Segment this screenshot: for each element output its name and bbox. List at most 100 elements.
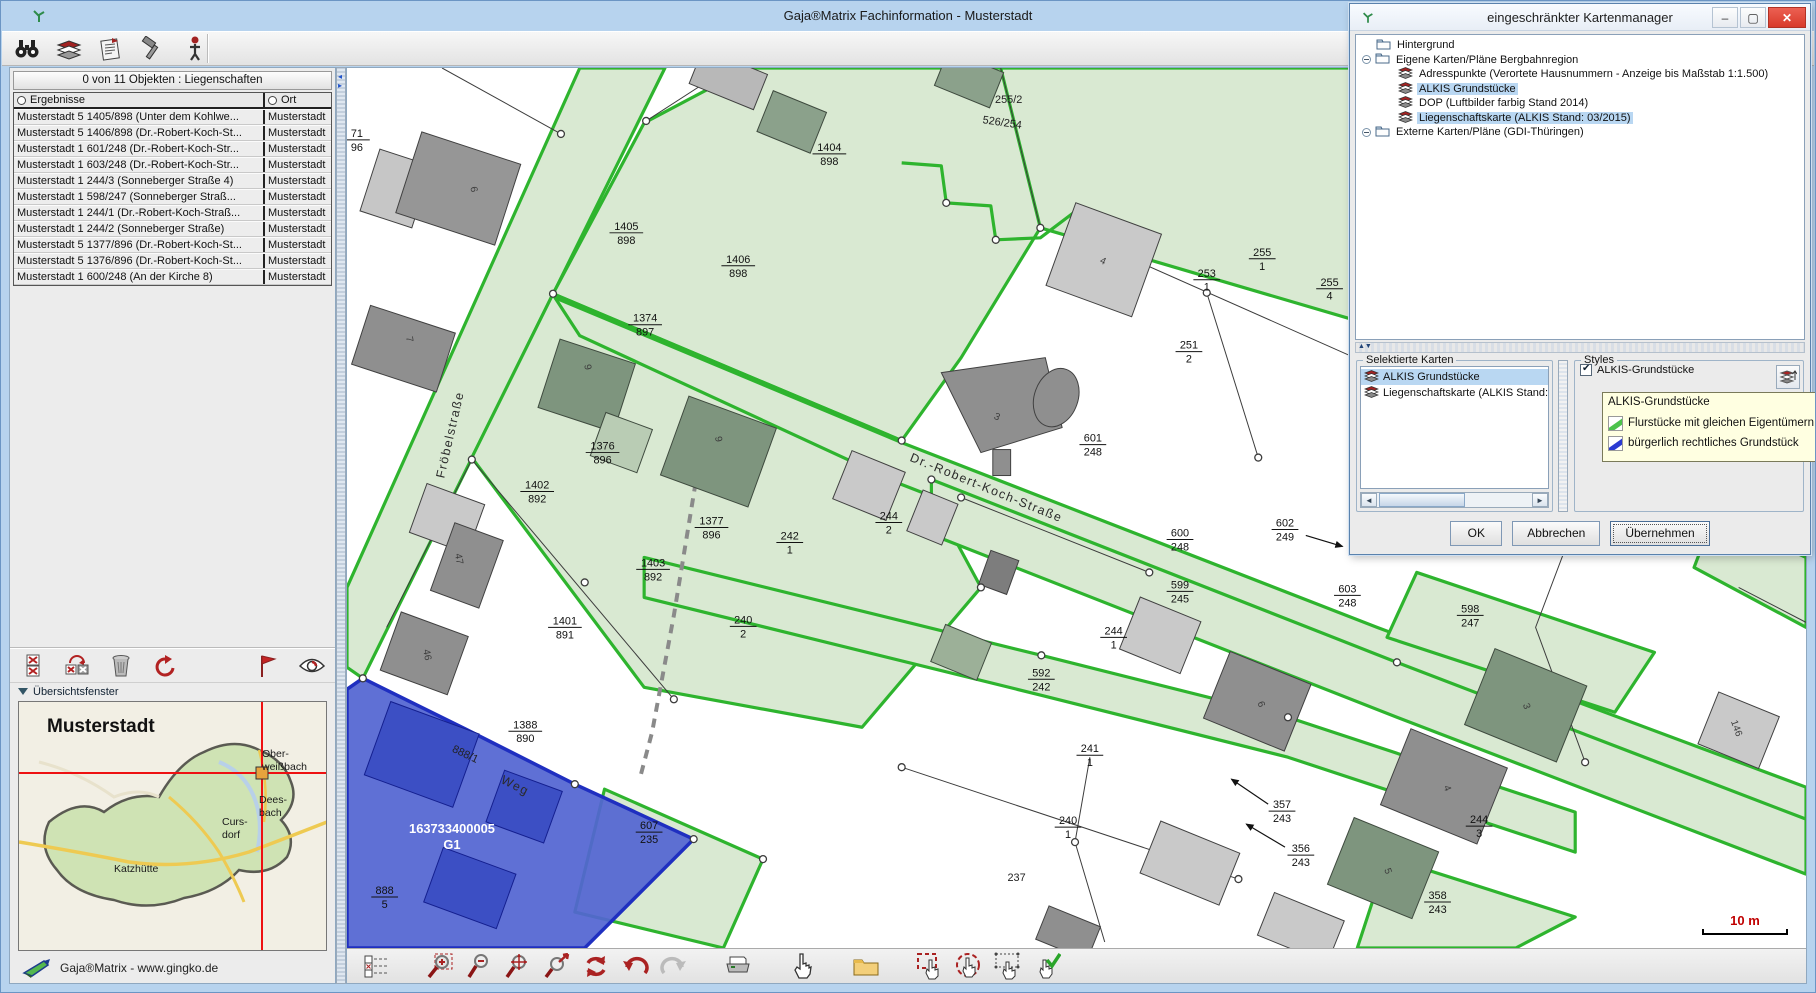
tree-item[interactable]: Liegenschaftskarte (ALKIS Stand: 03/2015… [1360,111,1804,126]
overview-map-canvas[interactable]: Musterstadt Ober-weißbachDees-bachCurs-d… [19,702,327,950]
tree-item[interactable]: ALKIS Grundstücke [1360,82,1804,97]
tree-expand-icon[interactable] [1362,55,1371,64]
result-row[interactable]: Musterstadt 5 1406/898 (Dr.-Robert-Koch-… [14,125,331,141]
layers-icon[interactable] [54,35,84,63]
column-header-ort[interactable]: Ort [265,93,331,107]
result-cell[interactable]: Musterstadt 1 598/247 (Sonneberger Straß… [14,190,265,204]
selected-map-row[interactable]: ALKIS Grundstücke [1361,369,1548,385]
result-cell[interactable]: Musterstadt 5 1405/898 (Unter dem Kohlwe… [14,110,265,124]
report-clipboard-icon[interactable] [96,35,126,63]
tree-item-label[interactable]: Liegenschaftskarte (ALKIS Stand: 03/2015… [1417,112,1633,124]
tree-item-label[interactable]: Externe Karten/Pläne (GDI-Thüringen) [1394,126,1586,138]
style-checkbox[interactable] [1580,364,1592,376]
zoom-select-icon[interactable] [542,952,572,980]
zoom-in-icon[interactable] [425,952,455,980]
flag-icon[interactable] [253,652,283,680]
result-cell[interactable]: Musterstadt 1 601/248 (Dr.-Robert-Koch-S… [14,142,265,156]
replace-selection-icon[interactable] [62,652,92,680]
result-cell[interactable]: Musterstadt 1 603/248 (Dr.-Robert-Koch-S… [14,158,265,172]
radio-icon[interactable] [268,96,277,105]
result-row[interactable]: Musterstadt 1 600/248 (An der Kirche 8)M… [14,269,331,285]
splitter-arrow-icon[interactable]: ◂▸ [338,72,342,90]
result-row[interactable]: Musterstadt 1 244/2 (Sonneberger Straße)… [14,221,331,237]
ort-cell[interactable]: Musterstadt [265,238,331,252]
ort-cell[interactable]: Musterstadt [265,110,331,124]
refresh-icon[interactable] [581,952,611,980]
result-cell[interactable]: Musterstadt 1 244/1 (Dr.-Robert-Koch-Str… [14,206,265,220]
ort-cell[interactable]: Musterstadt [265,254,331,268]
tree-item-label[interactable]: Eigene Karten/Pläne Bergbahnregion [1394,54,1580,66]
radio-icon[interactable] [17,96,26,105]
tree-item[interactable]: DOP (Luftbilder farbig Stand 2014) [1360,96,1804,111]
cancel-button[interactable]: Abbrechen [1512,521,1600,546]
column-header-ergebnisse[interactable]: Ergebnisse [14,93,265,107]
ort-cell[interactable]: Musterstadt [265,222,331,236]
maximize-icon[interactable]: ▢ [1740,7,1766,28]
result-row[interactable]: Musterstadt 5 1405/898 (Unter dem Kohlwe… [14,109,331,125]
tree-item[interactable]: Adresspunkte (Verortete Hausnummern - An… [1360,67,1804,82]
tree-item[interactable]: Hintergrund [1360,38,1804,53]
scroll-right-icon[interactable]: ► [1532,493,1548,507]
select-hand-rect-icon[interactable] [915,952,945,980]
result-cell[interactable]: Musterstadt 5 1376/896 (Dr.-Robert-Koch-… [14,254,265,268]
pointer-hand-icon[interactable] [787,952,817,980]
close-icon[interactable]: ✕ [1768,7,1806,28]
tree-item-label[interactable]: Hintergrund [1395,39,1456,51]
result-row[interactable]: Musterstadt 1 601/248 (Dr.-Robert-Koch-S… [14,141,331,157]
zoom-pan-icon[interactable] [503,952,533,980]
zoom-out-icon[interactable] [464,952,494,980]
ort-cell[interactable]: Musterstadt [265,174,331,188]
tree-item[interactable]: Eigene Karten/Pläne Bergbahnregion [1360,53,1804,68]
reset-icon[interactable] [150,652,180,680]
result-row[interactable]: Musterstadt 1 598/247 (Sonneberger Straß… [14,189,331,205]
selected-map-row[interactable]: Liegenschaftskarte (ALKIS Stand: 0 [1361,385,1548,401]
result-row[interactable]: Musterstadt 5 1377/896 (Dr.-Robert-Koch-… [14,237,331,253]
ort-cell[interactable]: Musterstadt [265,158,331,172]
ort-cell[interactable]: Musterstadt [265,142,331,156]
redo-icon[interactable] [659,952,689,980]
confirm-check-icon[interactable] [1032,952,1062,980]
result-cell[interactable]: Musterstadt 5 1406/898 (Dr.-Robert-Koch-… [14,126,265,140]
collapse-triangle-icon[interactable] [18,688,28,695]
legend-list-icon[interactable] [361,952,391,980]
overview-section-header[interactable]: Übersichtsfenster [10,682,335,700]
tree-item-label[interactable]: Adresspunkte (Verortete Hausnummern - An… [1417,68,1770,80]
search-binoculars-icon[interactable] [12,35,42,63]
ort-cell[interactable]: Musterstadt [265,190,331,204]
tools-hammer-icon[interactable] [138,35,168,63]
overview-map[interactable]: Musterstadt Ober-weißbachDees-bachCurs-d… [18,701,327,951]
gps-person-icon[interactable] [180,35,210,63]
horizontal-scrollbar[interactable]: ◄ ► [1360,492,1549,508]
results-count-button[interactable]: 0 von 11 Objekten : Liegenschaften [13,71,332,90]
manager-splitter[interactable]: ▲▼ [1355,342,1805,353]
ort-cell[interactable]: Musterstadt [265,270,331,284]
vertical-scrollbar[interactable] [1558,360,1568,512]
scroll-thumb[interactable] [1379,493,1465,507]
ok-button[interactable]: OK [1450,521,1502,546]
trash-icon[interactable] [106,652,136,680]
result-row[interactable]: Musterstadt 1 244/3 (Sonneberger Straße … [14,173,331,189]
result-cell[interactable]: Musterstadt 5 1377/896 (Dr.-Robert-Koch-… [14,238,265,252]
minimize-icon[interactable]: – [1712,7,1738,28]
tree-item[interactable]: Externe Karten/Pläne (GDI-Thüringen) [1360,125,1804,140]
tree-item-label[interactable]: ALKIS Grundstücke [1417,83,1518,95]
delete-all-icon[interactable] [18,652,48,680]
folder-icon[interactable] [851,952,881,980]
visibility-eye-icon[interactable] [297,652,327,680]
ort-cell[interactable]: Musterstadt [265,126,331,140]
result-row[interactable]: Musterstadt 5 1376/896 (Dr.-Robert-Koch-… [14,253,331,269]
tree-item-label[interactable]: DOP (Luftbilder farbig Stand 2014) [1417,97,1590,109]
result-cell[interactable]: Musterstadt 1 244/3 (Sonneberger Straße … [14,174,265,188]
select-region-icon[interactable] [993,952,1023,980]
result-row[interactable]: Musterstadt 1 244/1 (Dr.-Robert-Koch-Str… [14,205,331,221]
panel-splitter[interactable]: ◂▸ [336,67,346,984]
result-row[interactable]: Musterstadt 1 603/248 (Dr.-Robert-Koch-S… [14,157,331,173]
select-hand-circle-icon[interactable] [954,952,984,980]
kartenmanager-titlebar[interactable]: eingeschränkter Kartenmanager – ▢ ✕ [1350,4,1810,31]
result-cell[interactable]: Musterstadt 1 244/2 (Sonneberger Straße) [14,222,265,236]
tree-expand-icon[interactable] [1362,128,1371,137]
ort-cell[interactable]: Musterstadt [265,206,331,220]
print-icon[interactable] [723,952,753,980]
style-up-icon[interactable] [1776,365,1800,389]
result-cell[interactable]: Musterstadt 1 600/248 (An der Kirche 8) [14,270,265,284]
